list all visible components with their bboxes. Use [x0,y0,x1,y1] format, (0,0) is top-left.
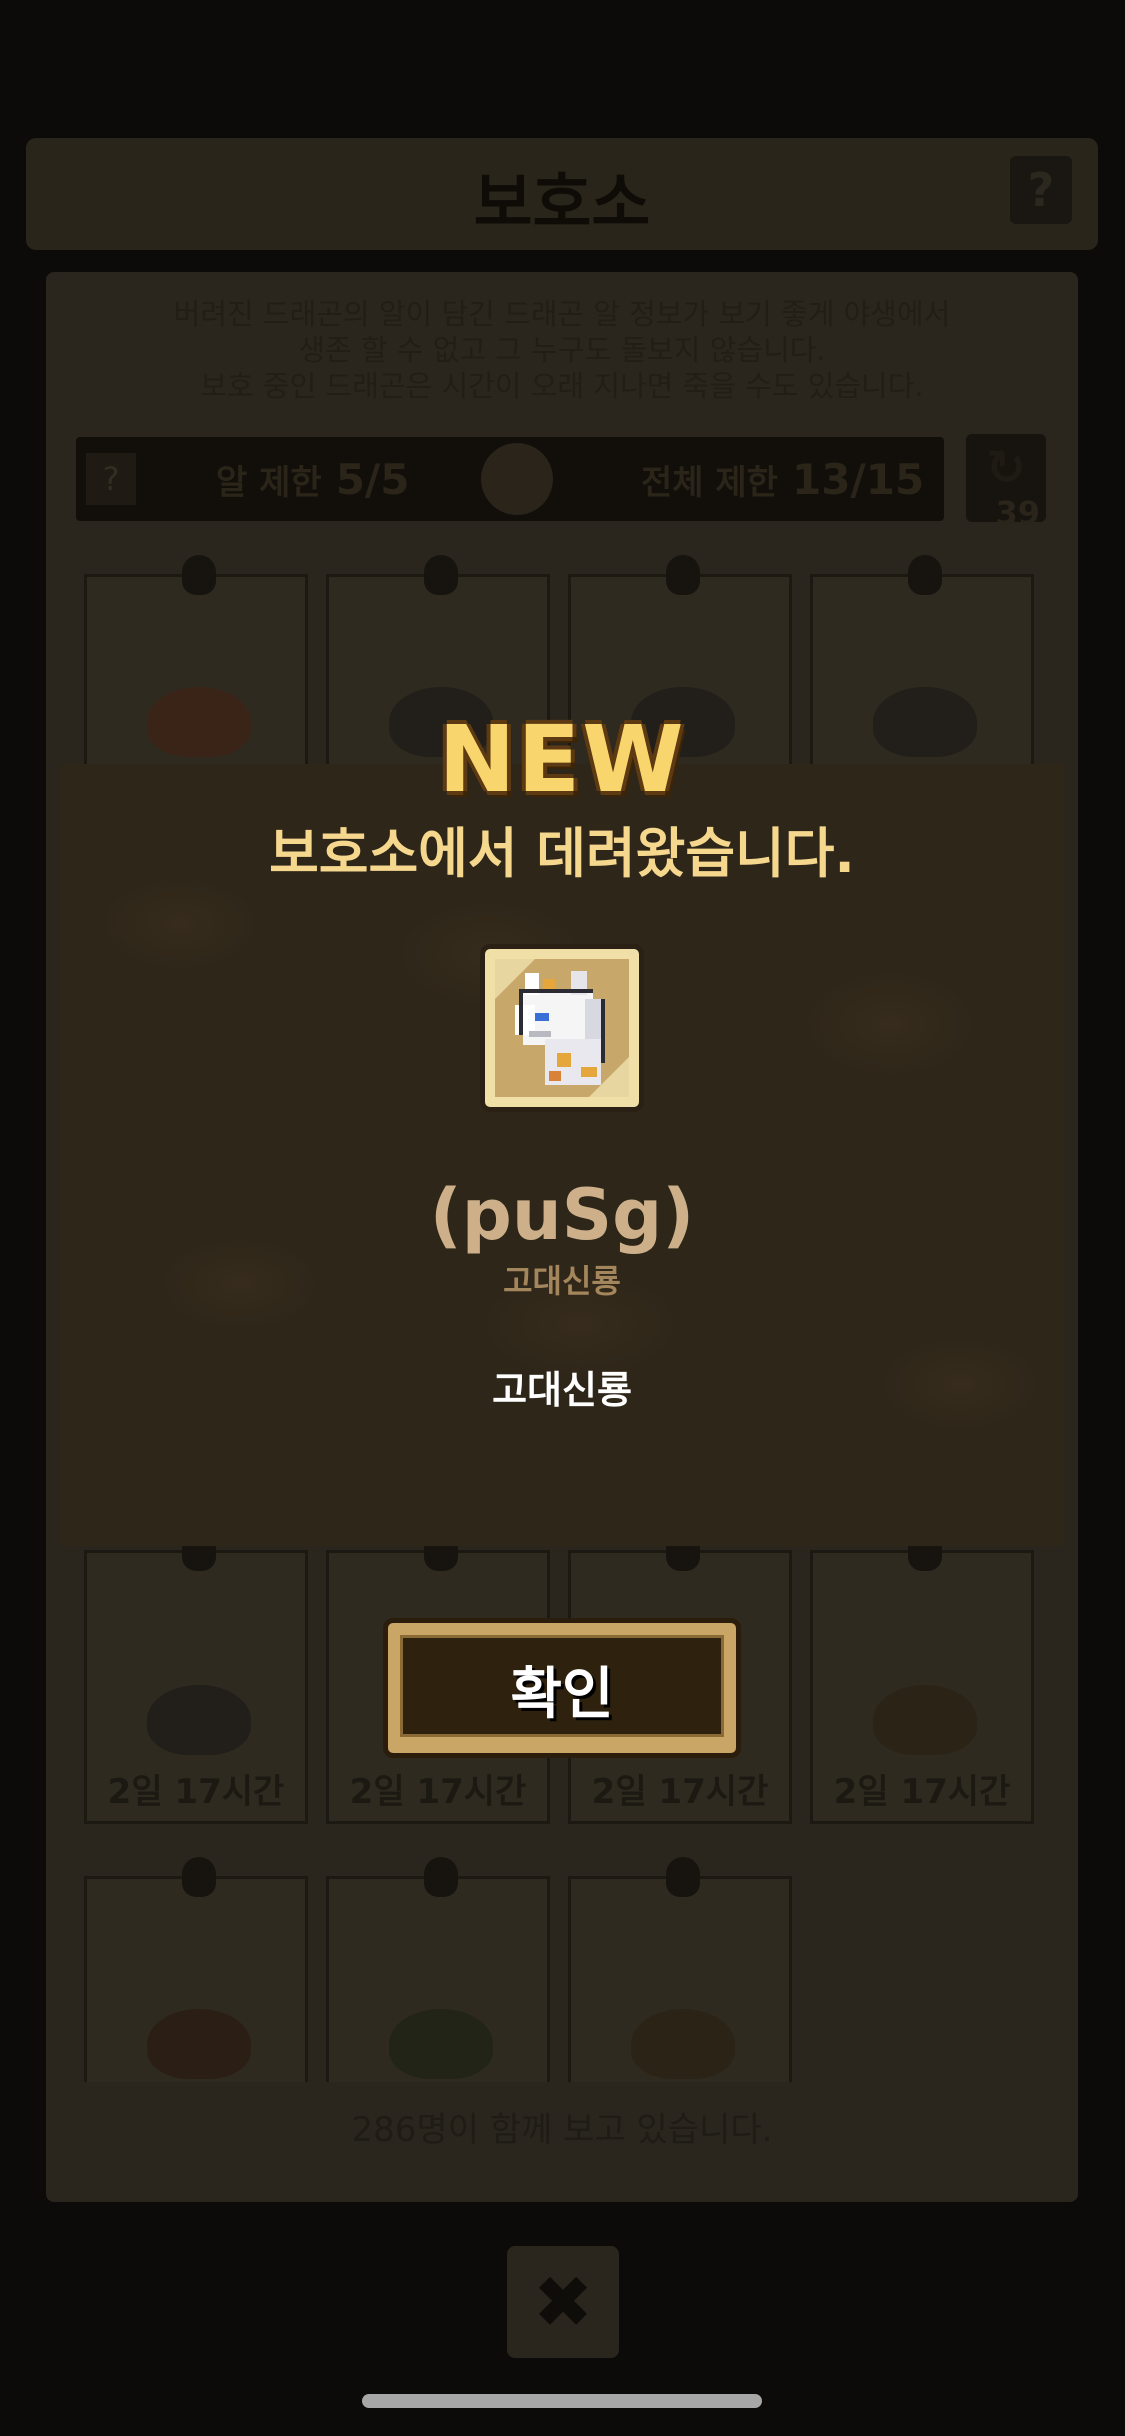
screen: 보호소 ? 버려진 드래곤의 알이 담긴 드래곤 알 정보가 보기 좋게 야생에… [0,0,1125,2436]
close-button[interactable]: ✖ [507,2246,619,2358]
pin-icon [182,555,216,595]
egg-icon [389,2009,493,2079]
dragon-art [495,959,629,1097]
egg-card[interactable] [326,1857,550,2082]
modal-message: 보호소에서 데려왔습니다. [269,822,855,885]
egg-limit-label: 알 제한 [216,463,322,503]
reward-modal: NEW 보호소에서 데려왔습니다. (puSg) 고대신룡 고대신룡 [60,706,1064,1546]
viewer-count: 286명이 함께 보고 있습니다. [351,2110,773,2150]
egg-limit-value: 5/5 [335,455,410,504]
total-limit-value: 13/15 [791,455,925,504]
egg-timer: 2일 17시간 [107,1772,285,1812]
dragon-type-label: 고대신룡 [492,1368,632,1412]
refresh-button[interactable]: ↻ 39 [966,434,1046,532]
shelter-description: 버려진 드래곤의 알이 담긴 드래곤 알 정보가 보기 좋게 야생에서 생존 할… [46,296,1078,404]
egg-limit: 알 제한 5/5 [216,455,409,504]
refresh-icon: ↻ [985,440,1027,496]
egg-card[interactable] [568,1857,792,2082]
description-line: 보호 중인 드래곤은 시간이 오래 지나면 죽을 수도 있습니다. [200,369,924,403]
dragon-portrait-frame [480,944,644,1112]
egg-icon [147,1685,251,1755]
dragon-face-icon [481,443,553,515]
egg-card[interactable] [84,1857,308,2082]
help-button[interactable]: ? [1010,156,1072,224]
pin-icon [424,1857,458,1897]
total-limit-label: 전체 제한 [641,463,778,503]
egg-card[interactable]: 2일 17시간 [84,1531,308,1824]
limit-bar: ? 알 제한 5/5 전체 제한 13/15 [76,437,944,521]
description-line: 버려진 드래곤의 알이 담긴 드래곤 알 정보가 보기 좋게 야생에서 [173,297,951,331]
limit-help-button[interactable]: ? [86,453,136,505]
page-title: 보호소 [473,167,651,241]
egg-icon [631,2009,735,2079]
close-icon: ✖ [532,2260,594,2344]
refresh-count: 39 [995,494,1040,532]
egg-timer: 2일 17시간 [591,1772,769,1812]
confirm-button[interactable]: 확인 [383,1618,741,1758]
pin-icon [908,555,942,595]
pin-icon [424,555,458,595]
dragon-name: (puSg) [429,1174,695,1256]
dragon-portrait-icon [495,959,629,1097]
egg-card[interactable]: 2일 17시간 [810,1531,1034,1824]
pin-icon [666,555,700,595]
dragon-type-subtitle: 고대신룡 [503,1262,621,1300]
egg-timer: 2일 17시간 [349,1772,527,1812]
egg-timer: 2일 17시간 [833,1772,1011,1812]
shelter-header: 보호소 ? [26,138,1098,250]
home-indicator[interactable] [362,2394,762,2408]
egg-icon [147,2009,251,2079]
egg-icon [873,1685,977,1755]
pin-icon [182,1857,216,1897]
confirm-button-label: 확인 [510,1662,614,1727]
description-line: 생존 할 수 없고 그 누구도 돌보지 않습니다. [298,333,826,367]
new-badge: NEW [438,706,686,813]
total-limit: 전체 제한 13/15 [641,455,924,504]
pin-icon [666,1857,700,1897]
